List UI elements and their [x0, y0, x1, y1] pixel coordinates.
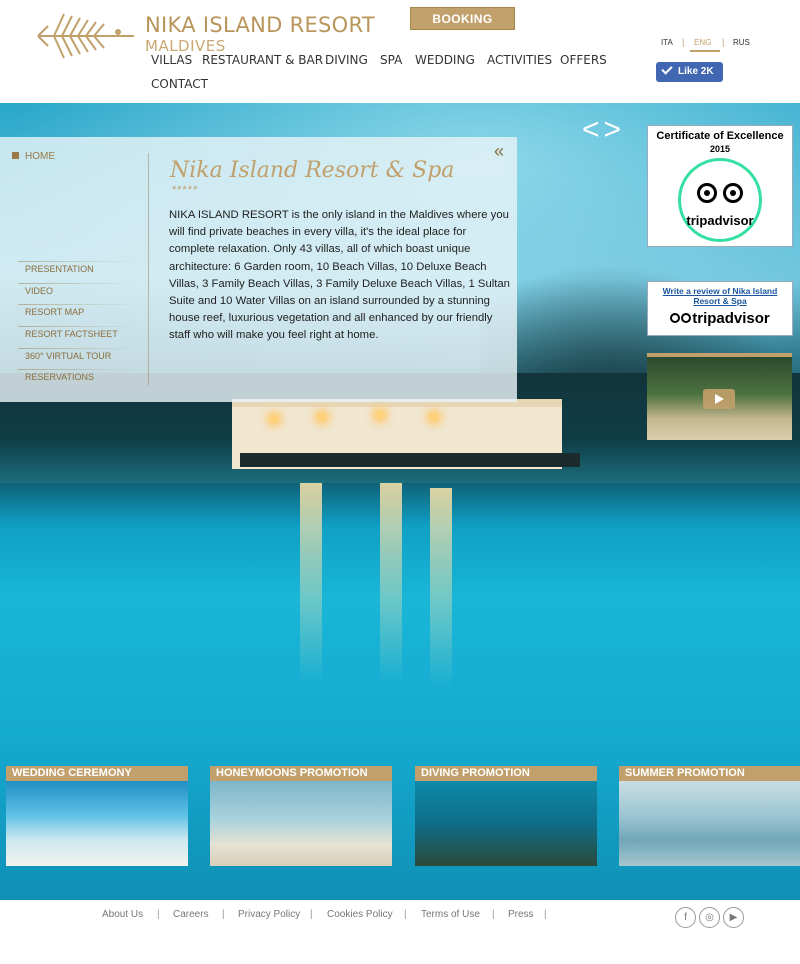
footer-press[interactable]: Press — [508, 909, 534, 920]
hero-slider: HOME PRESENTATION VIDEO RESORT MAP RESOR… — [0, 103, 800, 900]
brand-name[interactable]: NIKA ISLAND RESORT — [145, 13, 375, 37]
submenu-divider — [18, 326, 138, 327]
promo-summer[interactable]: SUMMER PROMOTION — [619, 766, 800, 866]
promo-summer-image — [619, 781, 800, 866]
video-thumbnail[interactable] — [647, 353, 792, 440]
promo-wedding[interactable]: WEDDING CEREMONY — [6, 766, 188, 866]
write-review-link[interactable]: Write a review of Nika Island Resort & S… — [648, 286, 792, 306]
check-icon — [661, 63, 673, 75]
chevron-left-icon[interactable]: < — [582, 113, 604, 146]
submenu-reservations[interactable]: RESERVATIONS — [25, 372, 94, 382]
chevron-right-icon[interactable]: > — [604, 113, 626, 146]
play-icon[interactable] — [703, 389, 735, 409]
collapse-panel-icon[interactable]: « — [494, 141, 504, 162]
footer-separator: | — [157, 909, 160, 920]
lamp-light — [430, 413, 438, 421]
panel-divider — [148, 153, 149, 385]
resort-description: NIKA ISLAND RESORT is the only island in… — [169, 209, 510, 342]
breadcrumb-home[interactable]: HOME — [12, 151, 55, 162]
certificate-title: Certificate of Excellence — [656, 130, 784, 142]
light-reflection — [380, 483, 402, 683]
certificate-year: 2015 — [709, 144, 731, 154]
light-reflection — [300, 483, 322, 683]
nav-contact[interactable]: CONTACT — [151, 77, 208, 91]
slider-arrows: <> — [582, 113, 625, 147]
promo-label: WEDDING CEREMONY — [6, 766, 188, 781]
submenu-divider — [18, 369, 138, 370]
submenu-divider — [18, 283, 138, 284]
active-language-indicator — [690, 50, 720, 52]
square-bullet-icon — [12, 152, 19, 159]
nav-offers[interactable]: OFFERS — [560, 53, 607, 67]
info-panel: HOME PRESENTATION VIDEO RESORT MAP RESOR… — [0, 137, 517, 402]
footer-cookies[interactable]: Cookies Policy — [327, 909, 393, 920]
submenu-divider — [18, 348, 138, 349]
tripadvisor-owl-icon: tripadvisor — [678, 158, 762, 242]
footer-separator: | — [222, 909, 225, 920]
site-footer: About Us | Careers | Privacy Policy | Co… — [0, 900, 800, 964]
logo-icon[interactable] — [34, 6, 140, 66]
tripadvisor-logo[interactable]: tripadvisor — [648, 310, 792, 327]
lang-separator: | — [682, 37, 685, 47]
footer-careers[interactable]: Careers — [173, 909, 209, 920]
lamp-light — [318, 413, 326, 421]
promo-label: SUMMER PROMOTION — [619, 766, 800, 781]
footer-separator: | — [404, 909, 407, 920]
facebook-icon[interactable]: f — [675, 907, 696, 928]
promo-label: HONEYMOONS PROMOTION — [210, 766, 392, 781]
tripadvisor-review-widget: Write a review of Nika Island Resort & S… — [647, 281, 793, 336]
lang-rus[interactable]: RUS — [733, 38, 750, 47]
submenu-presentation[interactable]: PRESENTATION — [25, 264, 94, 274]
hero-pier-deck — [240, 453, 580, 467]
owl-eye-icon — [670, 313, 681, 323]
instagram-icon[interactable]: ◎ — [699, 907, 720, 928]
youtube-icon[interactable]: ▶ — [723, 907, 744, 928]
submenu-divider — [18, 261, 138, 262]
owl-eye-icon — [681, 313, 692, 323]
resort-title: Nika Island Resort & Spa — [170, 158, 455, 183]
footer-about[interactable]: About Us — [102, 909, 143, 920]
nav-diving[interactable]: DIVING — [325, 53, 368, 67]
submenu-factsheet[interactable]: RESORT FACTSHEET — [25, 329, 118, 339]
promo-label: DIVING PROMOTION — [415, 766, 597, 781]
booking-button[interactable]: BOOKING — [410, 7, 515, 30]
footer-separator: | — [544, 909, 547, 920]
nav-wedding[interactable]: WEDDING — [415, 53, 475, 67]
footer-separator: | — [310, 909, 313, 920]
tripadvisor-wordmark: tripadvisor — [686, 213, 754, 228]
lamp-light — [270, 415, 278, 423]
nav-spa[interactable]: SPA — [380, 53, 402, 67]
site-header: NIKA ISLAND RESORT MALDIVES BOOKING VILL… — [0, 0, 800, 103]
submenu-virtual-tour[interactable]: 360° VIRTUAL TOUR — [25, 351, 111, 361]
like-count: Like 2K — [678, 66, 714, 77]
footer-privacy[interactable]: Privacy Policy — [238, 909, 300, 920]
nav-restaurant-bar[interactable]: RESTAURANT & BAR — [202, 53, 323, 67]
submenu-divider — [18, 304, 138, 305]
lang-ita[interactable]: ITA — [661, 38, 673, 47]
nav-villas[interactable]: VILLAS — [151, 53, 192, 67]
promo-diving-image — [415, 781, 597, 866]
star-rating: ***** — [172, 184, 199, 196]
submenu-resort-map[interactable]: RESORT MAP — [25, 307, 84, 317]
facebook-like-button[interactable]: Like 2K — [656, 62, 723, 82]
promo-honeymoons[interactable]: HONEYMOONS PROMOTION — [210, 766, 392, 866]
submenu-video[interactable]: VIDEO — [25, 286, 53, 296]
lang-eng[interactable]: ENG — [694, 38, 711, 47]
nav-activities[interactable]: ACTIVITIES — [487, 53, 552, 67]
promo-honeymoons-image — [210, 781, 392, 866]
footer-terms[interactable]: Terms of Use — [421, 909, 480, 920]
lang-separator: | — [722, 37, 725, 47]
light-reflection — [430, 488, 452, 688]
lamp-light — [376, 411, 384, 419]
tripadvisor-certificate[interactable]: Certificate of Excellence 2015 tripadvis… — [647, 125, 793, 247]
footer-separator: | — [492, 909, 495, 920]
promo-diving[interactable]: DIVING PROMOTION — [415, 766, 597, 866]
promo-wedding-image — [6, 781, 188, 866]
